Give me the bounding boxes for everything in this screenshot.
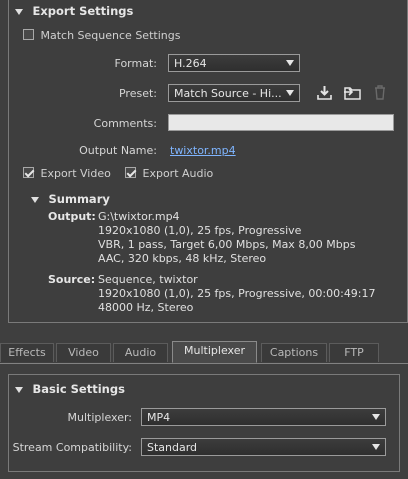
multiplexer-label: Multiplexer: — [67, 411, 132, 424]
tab-bar: Effects Video Audio Multiplexer Captions… — [0, 341, 408, 364]
format-value: H.264 — [174, 57, 207, 70]
basic-settings-title: Basic Settings — [32, 382, 125, 396]
export-settings-header[interactable]: Export Settings — [15, 4, 133, 18]
summary-header[interactable]: Summary — [31, 192, 110, 206]
summary-output: Output: G:\twixtor.mp4 1920x1080 (1,0), … — [48, 210, 356, 266]
match-sequence-checkbox[interactable] — [23, 29, 34, 40]
collapse-triangle-icon — [15, 387, 23, 393]
format-label: Format: — [114, 57, 157, 70]
summary-output-line: G:\twixtor.mp4 — [98, 210, 180, 223]
export-video-checkbox[interactable] — [23, 167, 34, 178]
stream-compatibility-dropdown[interactable]: Standard — [141, 438, 386, 456]
stream-compatibility-value: Standard — [147, 441, 198, 454]
chevron-down-icon — [286, 90, 294, 96]
chevron-down-icon — [372, 414, 380, 420]
delete-preset-icon — [375, 85, 385, 100]
summary-source: Source: Sequence, twixtor 1920x1080 (1,0… — [48, 273, 376, 315]
export-audio-checkbox[interactable] — [125, 167, 136, 178]
export-video-label: Export Video — [40, 167, 111, 180]
multiplexer-dropdown[interactable]: MP4 — [141, 408, 386, 426]
match-sequence-label: Match Sequence Settings — [40, 29, 181, 42]
tab-ftp[interactable]: FTP — [329, 343, 379, 362]
tab-video[interactable]: Video — [56, 343, 111, 362]
tab-captions[interactable]: Captions — [261, 343, 327, 362]
preset-value: Match Source - Hi... — [174, 87, 282, 100]
export-settings-title: Export Settings — [32, 4, 134, 18]
import-preset-icon[interactable] — [343, 84, 362, 101]
stream-compatibility-label: Stream Compatibility: — [12, 441, 132, 454]
preset-dropdown[interactable]: Match Source - Hi... — [168, 84, 300, 102]
summary-source-label: Source: — [48, 273, 96, 286]
chevron-down-icon — [372, 444, 380, 450]
collapse-triangle-icon — [15, 9, 23, 15]
tab-effects[interactable]: Effects — [0, 343, 54, 362]
tab-multiplexer[interactable]: Multiplexer — [172, 341, 257, 363]
collapse-triangle-icon — [31, 197, 39, 203]
summary-output-line: 1920x1080 (1,0), 25 fps, Progressive — [98, 224, 302, 237]
preset-label: Preset: — [118, 87, 157, 100]
summary-output-line: AAC, 320 kbps, 48 kHz, Stereo — [98, 252, 267, 265]
summary-title: Summary — [48, 192, 110, 206]
chevron-down-icon — [286, 60, 294, 66]
export-audio-label: Export Audio — [142, 167, 214, 180]
comments-input[interactable] — [168, 114, 394, 131]
multiplexer-value: MP4 — [147, 411, 171, 424]
summary-source-line: Sequence, twixtor — [98, 273, 198, 286]
save-preset-icon[interactable] — [316, 84, 333, 101]
export-audio-row[interactable]: Export Audio — [125, 167, 213, 180]
tab-audio[interactable]: Audio — [113, 343, 168, 362]
comments-label: Comments: — [93, 117, 157, 130]
summary-source-line: 1920x1080 (1,0), 25 fps, Progressive, 00… — [98, 287, 376, 300]
match-sequence-checkbox-row[interactable]: Match Sequence Settings — [23, 29, 180, 42]
output-name-link[interactable]: twixtor.mp4 — [170, 144, 236, 157]
basic-settings-header[interactable]: Basic Settings — [15, 382, 125, 396]
summary-source-line: 48000 Hz, Stereo — [98, 301, 194, 314]
format-dropdown[interactable]: H.264 — [168, 54, 300, 72]
export-video-row[interactable]: Export Video — [23, 167, 111, 180]
summary-output-label: Output: — [48, 210, 96, 223]
output-name-label: Output Name: — [79, 144, 157, 157]
summary-output-line: VBR, 1 pass, Target 6,00 Mbps, Max 8,00 … — [98, 238, 356, 251]
